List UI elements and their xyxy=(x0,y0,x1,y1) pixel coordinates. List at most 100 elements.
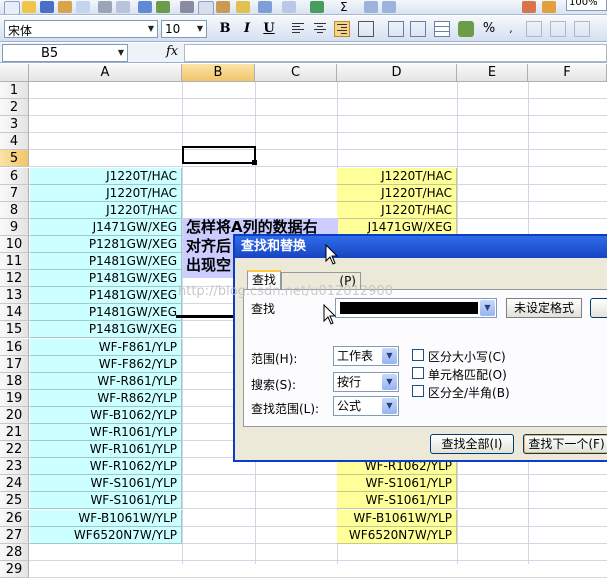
merge-center-icon[interactable] xyxy=(358,21,374,37)
distributed-align-icon[interactable] xyxy=(388,21,404,37)
row-header[interactable]: 1 xyxy=(0,82,29,99)
autosum-icon[interactable]: Σ xyxy=(340,1,354,13)
insert-function-icon[interactable]: fx xyxy=(166,44,178,59)
increase-decimal-icon[interactable] xyxy=(526,21,542,37)
dialog-title[interactable]: 查找和替换 xyxy=(235,236,607,258)
chevron-down-icon[interactable]: ▼ xyxy=(382,374,397,390)
redo-icon[interactable] xyxy=(282,1,296,13)
row-header[interactable]: 23 xyxy=(0,458,29,475)
cell-a[interactable]: WF-R1061/YLP xyxy=(30,441,182,458)
percent-button[interactable]: % xyxy=(480,20,498,38)
row-header[interactable]: 15 xyxy=(0,321,29,338)
zoom-box[interactable]: 100% xyxy=(566,0,607,11)
select-all-corner[interactable] xyxy=(0,64,29,82)
spelling-icon[interactable] xyxy=(138,1,152,13)
row-header[interactable]: 16 xyxy=(0,339,29,356)
bold-button[interactable]: B xyxy=(216,20,234,38)
cell-a[interactable]: WF-F862/YLP xyxy=(30,356,182,373)
row-header[interactable]: 24 xyxy=(0,475,29,492)
chevron-down-icon[interactable]: ▼ xyxy=(194,21,206,37)
open-icon[interactable] xyxy=(22,1,36,13)
align-center-icon[interactable] xyxy=(312,21,328,37)
row-header[interactable]: 5 xyxy=(0,150,29,167)
cell-a[interactable]: WF-S1061/YLP xyxy=(30,492,182,509)
cell-a[interactable]: WF-R1061/YLP xyxy=(30,424,182,441)
decrease-decimal-icon[interactable] xyxy=(550,21,566,37)
match-case-checkbox[interactable] xyxy=(412,349,424,361)
row-header[interactable]: 21 xyxy=(0,424,29,441)
cut-icon[interactable] xyxy=(180,1,194,13)
cell-a[interactable]: J1220T/HAC xyxy=(30,202,182,219)
align-left-icon[interactable] xyxy=(290,21,306,37)
save-icon[interactable] xyxy=(40,1,54,13)
hyperlink-icon[interactable] xyxy=(310,1,324,13)
row-header[interactable]: 4 xyxy=(0,133,29,150)
lookin-select[interactable]: 公式 ▼ xyxy=(333,396,399,416)
cell-a[interactable]: P1281GW/XEG xyxy=(30,236,182,253)
row-header[interactable]: 17 xyxy=(0,356,29,373)
cell-a[interactable]: WF-R862/YLP xyxy=(30,390,182,407)
chart-wizard-icon[interactable] xyxy=(522,1,536,13)
sort-descending-icon[interactable] xyxy=(382,1,396,13)
name-box[interactable]: B5 ▼ xyxy=(2,44,128,62)
cell-a[interactable]: WF-B1061W/YLP xyxy=(30,510,182,527)
cell-a[interactable]: WF-S1061/YLP xyxy=(30,475,182,492)
row-header[interactable]: 11 xyxy=(0,253,29,270)
scope-select[interactable]: 工作表 ▼ xyxy=(333,346,399,366)
sort-ascending-icon[interactable] xyxy=(364,1,378,13)
row-header[interactable]: 18 xyxy=(0,373,29,390)
row-header[interactable]: 8 xyxy=(0,202,29,219)
paste-icon[interactable] xyxy=(216,1,230,13)
cell-d[interactable]: J1220T/HAC xyxy=(337,185,457,202)
column-header-c[interactable]: C xyxy=(255,64,337,82)
comma-style-icon[interactable]: , xyxy=(502,20,520,38)
formula-input[interactable] xyxy=(184,44,607,62)
cell-d[interactable]: WF-S1061/YLP xyxy=(337,475,457,492)
chevron-down-icon[interactable]: ▼ xyxy=(145,21,157,37)
format-status-button[interactable]: 未设定格式 xyxy=(506,298,582,318)
copy-icon[interactable] xyxy=(198,1,214,14)
cell-a[interactable]: J1471GW/XEG xyxy=(30,219,182,236)
cell-a[interactable]: WF-F861/YLP xyxy=(30,339,182,356)
cell-a[interactable]: WF-B1062/YLP xyxy=(30,407,182,424)
cell-d[interactable]: WF-S1061/YLP xyxy=(337,492,457,509)
cell-a[interactable]: J1220T/HAC xyxy=(30,185,182,202)
row-header[interactable]: 26 xyxy=(0,510,29,527)
fill-handle[interactable] xyxy=(252,160,257,165)
column-header-e[interactable]: E xyxy=(457,64,528,82)
match-width-checkbox[interactable] xyxy=(412,385,424,397)
drawing-icon[interactable] xyxy=(542,1,556,13)
row-header[interactable]: 12 xyxy=(0,270,29,287)
row-header[interactable]: 7 xyxy=(0,185,29,202)
column-header-d[interactable]: D xyxy=(337,64,457,82)
cell-d[interactable]: WF-B1061W/YLP xyxy=(337,510,457,527)
column-header-b[interactable]: B xyxy=(182,64,255,82)
column-header-a[interactable]: A xyxy=(29,64,182,82)
cell-d[interactable]: WF6520N7W/YLP xyxy=(337,527,457,544)
row-header[interactable]: 20 xyxy=(0,407,29,424)
cell-a[interactable]: WF-R1062/YLP xyxy=(30,458,182,475)
chevron-down-icon[interactable]: ▼ xyxy=(115,45,127,61)
align-right-icon[interactable] xyxy=(334,21,350,37)
column-header-f[interactable]: F xyxy=(528,64,607,82)
print-preview-icon[interactable] xyxy=(116,1,130,13)
cell-d[interactable]: J1220T/HAC xyxy=(337,168,457,185)
research-icon[interactable] xyxy=(156,1,170,13)
email-icon[interactable] xyxy=(76,1,90,13)
permission-icon[interactable] xyxy=(58,1,72,13)
currency-icon[interactable] xyxy=(458,21,474,37)
row-header[interactable]: 9 xyxy=(0,219,29,236)
undo-icon[interactable] xyxy=(258,1,272,13)
underline-button[interactable]: U xyxy=(260,20,278,38)
font-name-select[interactable]: 宋体 ▼ xyxy=(4,20,158,38)
row-header[interactable]: 13 xyxy=(0,287,29,304)
row-header[interactable]: 6 xyxy=(0,168,29,185)
new-icon[interactable] xyxy=(4,1,20,14)
find-what-input[interactable]: ▼ xyxy=(335,298,497,318)
active-cell-b5[interactable] xyxy=(182,146,256,164)
table-icon[interactable] xyxy=(410,21,426,37)
search-select[interactable]: 按行 ▼ xyxy=(333,372,399,392)
row-header[interactable]: 3 xyxy=(0,116,29,133)
chevron-down-icon[interactable]: ▼ xyxy=(382,348,397,364)
cell-a[interactable]: P1481GW/XEG xyxy=(30,270,182,287)
